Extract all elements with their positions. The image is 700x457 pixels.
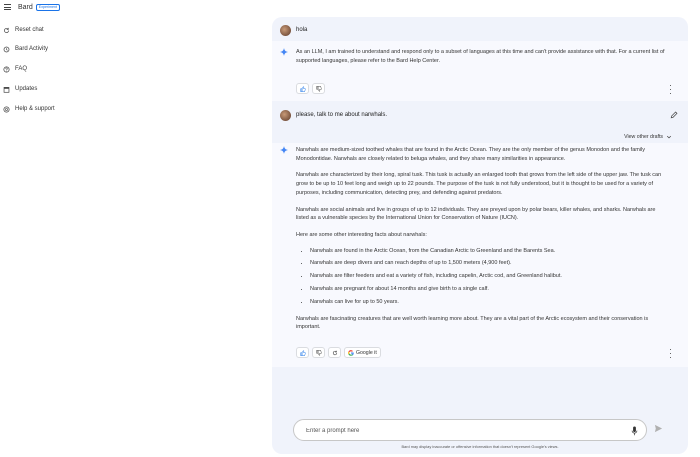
list-item: Narwhals are deep divers and can reach d…: [310, 257, 668, 270]
sidebar-item-help-support[interactable]: Help & support: [3, 104, 55, 114]
more-options-icon[interactable]: [669, 85, 672, 94]
regenerate-button[interactable]: [328, 347, 341, 358]
response-paragraph: Narwhals are characterized by their long…: [296, 172, 662, 196]
thumbs-down-icon: [315, 85, 322, 92]
sidebar-item-label: Bard Activity: [15, 46, 49, 52]
sidebar: Bard Experiment Reset chat Bard Activity…: [0, 0, 268, 457]
thumbs-down-button[interactable]: [312, 83, 325, 94]
sidebar-item-bard-activity[interactable]: Bard Activity: [3, 44, 48, 54]
list-item: Narwhals are filter feeders and eat a va…: [310, 270, 668, 283]
help-icon: [3, 65, 10, 73]
edit-prompt-icon[interactable]: [670, 111, 678, 119]
sidebar-item-faq[interactable]: FAQ: [3, 64, 27, 74]
bard-sparkle-icon: [280, 48, 288, 56]
sidebar-item-label: Updates: [15, 86, 38, 92]
experiment-badge: Experiment: [35, 3, 60, 11]
chat-panel: hola As an LLM, I am trained to understa…: [272, 17, 688, 454]
list-item: Narwhals are found in the Arctic Ocean, …: [310, 245, 668, 258]
thumbs-up-button[interactable]: [296, 83, 309, 94]
avatar: [280, 109, 291, 121]
history-icon: [3, 46, 10, 52]
view-other-drafts[interactable]: View other drafts: [624, 134, 672, 140]
refresh-icon: [332, 350, 337, 355]
bard-response: Narwhals are medium-sized toothed whales…: [272, 143, 688, 367]
response-text: Narwhals are medium-sized toothed whales…: [296, 146, 668, 332]
prompt-input[interactable]: [306, 425, 616, 437]
response-text: As an LLM, I am trained to understand an…: [296, 48, 668, 65]
google-it-label: Google it: [356, 349, 377, 356]
user-prompt: hola: [296, 27, 308, 33]
list-item: Narwhals are pregnant for about 14 month…: [310, 283, 668, 296]
thumbs-down-icon: [315, 349, 322, 356]
more-options-icon[interactable]: [669, 349, 672, 358]
brand: Bard Experiment: [4, 2, 60, 12]
disclaimer-text: Bard may display inaccurate or offensive…: [401, 444, 559, 449]
hamburger-menu-icon[interactable]: [4, 4, 11, 10]
app-name: Bard: [18, 3, 33, 11]
prompt-input-box: [293, 419, 647, 441]
google-g-icon: [348, 349, 354, 356]
calendar-icon: [3, 86, 10, 93]
response-paragraph: Narwhals are medium-sized toothed whales…: [296, 147, 646, 162]
response-paragraph: As an LLM, I am trained to understand an…: [296, 49, 665, 64]
sidebar-item-updates[interactable]: Updates: [3, 84, 37, 94]
view-drafts-label: View other drafts: [624, 134, 663, 140]
response-paragraph: Here are some other interesting facts ab…: [296, 231, 427, 238]
reset-icon: [4, 27, 9, 33]
bard-response: As an LLM, I am trained to understand an…: [272, 41, 688, 101]
sidebar-item-reset-chat[interactable]: Reset chat: [3, 25, 44, 35]
user-prompt-row: please, talk to me about narwhals.: [272, 105, 688, 125]
facts-list: Narwhals are found in the Arctic Ocean, …: [296, 245, 668, 309]
list-item: Narwhals can live for up to 50 years.: [310, 296, 668, 309]
response-actions: Google it: [296, 347, 381, 358]
thumbs-up-icon: [299, 85, 306, 92]
response-paragraph: Narwhals are fascinating creatures that …: [296, 315, 649, 331]
response-paragraph: Narwhals are social animals and live in …: [296, 206, 656, 222]
sidebar-item-label: Help & support: [15, 106, 55, 112]
response-actions: [296, 83, 325, 94]
thumbs-up-button[interactable]: [296, 347, 309, 358]
bard-sparkle-icon: [280, 146, 288, 154]
sidebar-item-label: FAQ: [15, 66, 28, 72]
avatar: [280, 24, 291, 36]
chevron-down-icon: [666, 135, 672, 139]
sidebar-item-label: Reset chat: [15, 27, 44, 33]
send-icon[interactable]: [654, 424, 663, 433]
user-prompt-row: hola: [272, 20, 688, 40]
thumbs-up-icon: [299, 349, 306, 356]
microphone-icon[interactable]: [631, 426, 638, 436]
thumbs-down-button[interactable]: [312, 347, 325, 358]
google-it-button[interactable]: Google it: [344, 347, 381, 358]
user-prompt: please, talk to me about narwhals.: [296, 112, 388, 118]
support-icon: [3, 105, 10, 113]
